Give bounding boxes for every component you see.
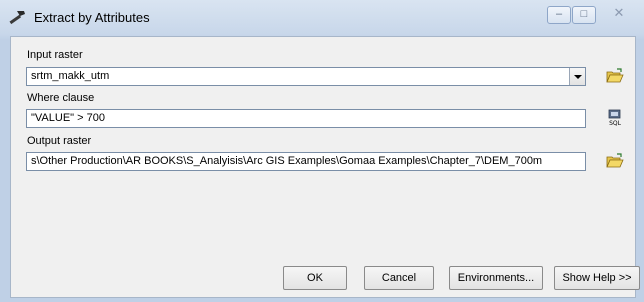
svg-text:SQL: SQL [609,120,622,127]
hammer-tool-icon [7,9,27,25]
dialog-window: Extract by Attributes ‒ □ ✕ Input raster… [0,0,644,302]
where-clause-input[interactable]: "VALUE" > 700 [26,109,586,128]
cancel-button[interactable]: Cancel [364,266,434,290]
maximize-button[interactable]: □ [572,6,596,24]
folder-open-icon[interactable] [605,66,625,86]
sql-icon[interactable]: SQL [605,108,625,128]
output-raster-value: s\Other Production\AR BOOKS\S_Analyisis\… [31,155,543,167]
close-button[interactable]: ✕ [603,6,635,24]
chevron-down-icon[interactable] [569,68,585,85]
output-raster-input[interactable]: s\Other Production\AR BOOKS\S_Analyisis\… [26,152,586,171]
minimize-button[interactable]: ‒ [547,6,571,24]
ok-button[interactable]: OK [283,266,347,290]
environments-button[interactable]: Environments... [449,266,543,290]
input-raster-value: srtm_makk_utm [31,70,110,82]
title-bar[interactable]: Extract by Attributes ‒ □ ✕ [0,0,644,36]
window-title: Extract by Attributes [34,10,150,25]
where-clause-label: Where clause [27,92,95,104]
input-raster-dropdown[interactable]: srtm_makk_utm [26,67,586,86]
where-clause-value: "VALUE" > 700 [31,112,105,124]
folder-open-icon[interactable] [605,151,625,171]
show-help-button[interactable]: Show Help >> [554,266,640,290]
output-raster-label: Output raster [27,135,92,147]
input-raster-label: Input raster [27,49,83,61]
